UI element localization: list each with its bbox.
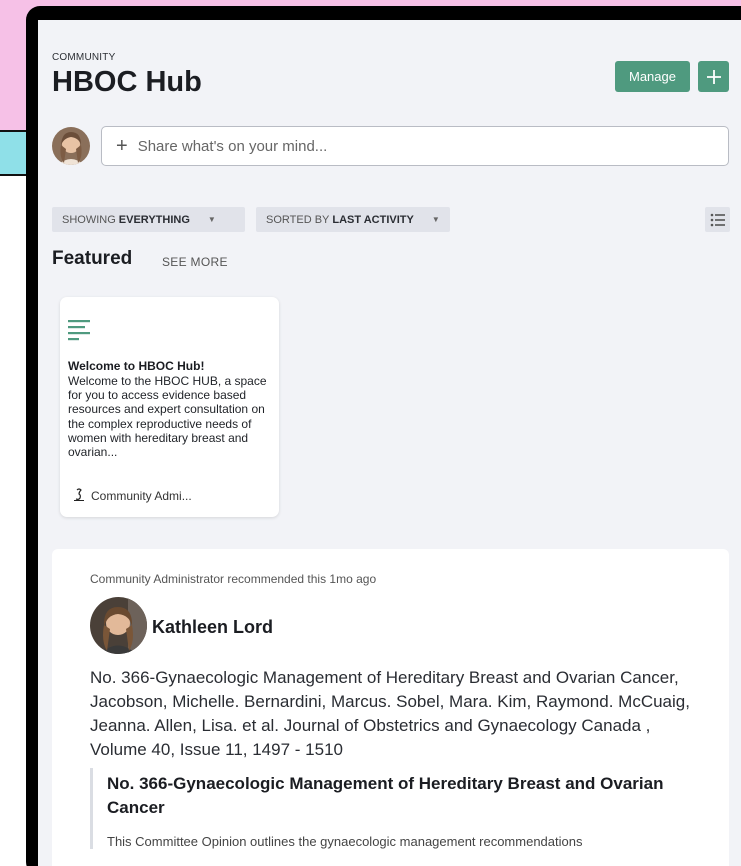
filter-value: EVERYTHING: [118, 213, 190, 226]
page-title: HBOC Hub: [52, 66, 202, 98]
share-post-field[interactable]: +: [101, 126, 729, 166]
user-photo-icon: [90, 597, 147, 654]
caret-down-icon: ▼: [207, 215, 216, 224]
add-button[interactable]: [698, 61, 729, 92]
link-preview[interactable]: No. 366-Gynaecologic Management of Hered…: [90, 768, 690, 849]
admin-avatar-icon: [74, 488, 84, 501]
post-meta: Community Administrator recommended this…: [90, 572, 377, 586]
featured-card-text: Welcome to the HBOC HUB, a space for you…: [68, 374, 267, 460]
current-user-avatar[interactable]: [52, 127, 90, 165]
activity-post: Community Administrator recommended this…: [52, 549, 729, 866]
sort-dropdown[interactable]: SORTED BY LAST ACTIVITY ▼: [256, 207, 450, 232]
sort-label: SORTED BY: [266, 213, 330, 226]
see-more-link[interactable]: SEE MORE: [162, 255, 228, 269]
showing-filter-dropdown[interactable]: SHOWING EVERYTHING ▼: [52, 207, 245, 232]
post-author-name[interactable]: Kathleen Lord: [152, 617, 273, 638]
featured-heading: Featured: [52, 248, 133, 269]
featured-card-title: Welcome to HBOC Hub!: [68, 359, 205, 373]
manage-button[interactable]: Manage: [615, 61, 690, 92]
page-kicker: COMMUNITY: [52, 52, 116, 63]
caret-down-icon: ▼: [431, 215, 440, 224]
document-icon: [68, 320, 90, 341]
post-author-avatar[interactable]: [90, 597, 147, 654]
link-preview-text: This Committee Opinion outlines the gyna…: [107, 834, 583, 849]
plus-icon: +: [116, 135, 128, 157]
share-input[interactable]: [137, 137, 698, 155]
filter-label: SHOWING: [62, 213, 116, 226]
list-view-toggle[interactable]: [705, 207, 730, 232]
link-preview-title: No. 366-Gynaecologic Management of Hered…: [107, 774, 664, 817]
app-screen: COMMUNITY HBOC Hub Manage + SHOWING EVER…: [38, 20, 741, 866]
list-view-icon: [710, 213, 725, 226]
sort-value: LAST ACTIVITY: [332, 213, 414, 226]
featured-card-author: Community Admi...: [91, 489, 192, 503]
featured-card[interactable]: Welcome to HBOC Hub! Welcome to the HBOC…: [60, 297, 279, 517]
post-body: No. 366-Gynaecologic Management of Hered…: [90, 668, 690, 759]
user-photo-icon: [52, 127, 90, 165]
plus-icon: [706, 69, 721, 84]
